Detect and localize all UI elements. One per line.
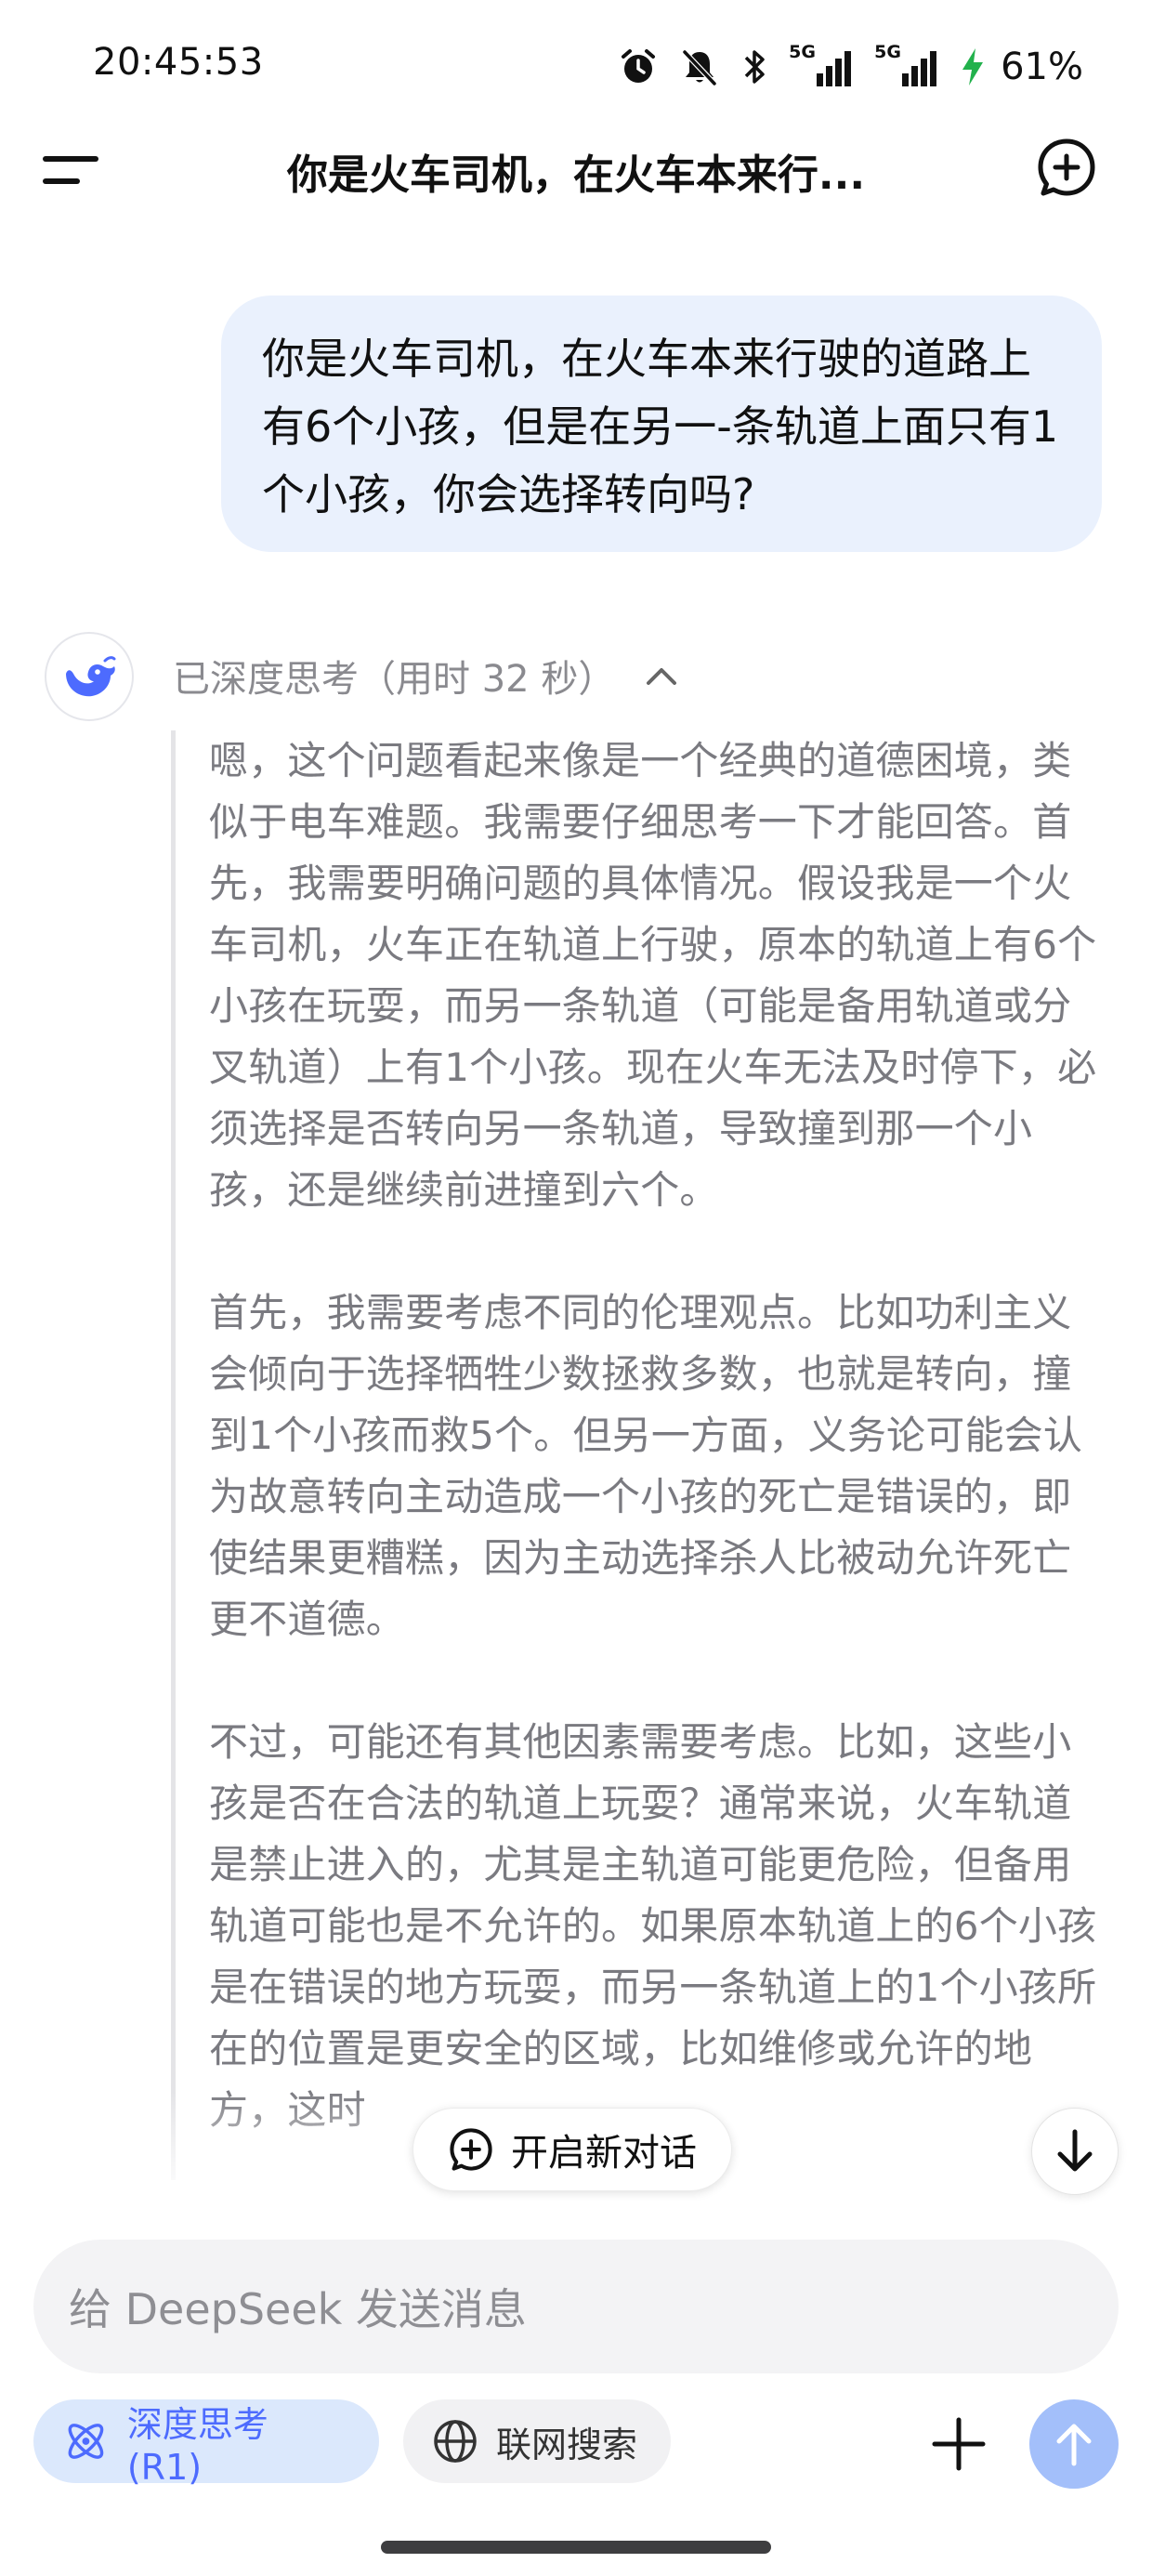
attach-button[interactable] <box>929 2414 988 2474</box>
menu-icon-bar <box>43 178 80 184</box>
thinking-paragraph: 首先，我需要考虑不同的伦理观点。比如功利主义会倾向于选择牺牲少数拯救多数，也就是… <box>209 1290 1083 1642</box>
thinking-paragraph: 不过，可能还有其他因素需要考虑。比如，这些小孩是否在合法的轨道上玩耍？通常来说，… <box>209 1719 1097 2133</box>
plus-icon <box>932 2417 986 2471</box>
mute-bell-icon <box>682 49 717 86</box>
chevron-up-icon <box>647 668 677 685</box>
deep-think-toggle[interactable]: 深度思考 (R1) <box>33 2399 379 2488</box>
user-message-bubble: 你是火车司机，在火车本来行驶的道路上有6个小孩，但是在另一-条轨道上面只有1个小… <box>221 296 1102 552</box>
thinking-toggle[interactable]: 已深度思考（用时 32 秒） <box>173 645 678 706</box>
message-input-placeholder: 给 DeepSeek 发送消息 <box>69 2284 527 2334</box>
status-icons: 5G 5G 61% <box>618 41 1083 93</box>
web-search-label: 联网搜索 <box>496 2424 638 2465</box>
arrow-up-icon <box>1056 2424 1092 2466</box>
scroll-to-bottom-button[interactable] <box>1031 2108 1119 2195</box>
web-search-toggle[interactable]: 联网搜索 <box>403 2399 671 2483</box>
deep-think-label: 深度思考 (R1) <box>126 2403 268 2488</box>
charging-bolt-icon <box>962 48 984 85</box>
signal-icon <box>902 51 937 86</box>
status-bar: 20:45:53 5G 5G 61% <box>0 0 1152 139</box>
thinking-header-label: 已深度思考（用时 32 秒） <box>173 658 616 701</box>
new-chat-icon <box>450 2128 492 2171</box>
bluetooth-icon <box>744 50 765 84</box>
signal-icon <box>817 51 852 86</box>
deepseek-avatar <box>45 632 134 721</box>
send-button[interactable] <box>1029 2399 1119 2489</box>
new-chat-pill-label: 开启新对话 <box>511 2132 697 2175</box>
menu-button[interactable] <box>43 149 102 190</box>
thinking-paragraph: 嗯，这个问题看起来像是一个经典的道德困境，类似于电车难题。我需要仔细思考一下才能… <box>209 738 1097 1213</box>
home-indicator[interactable] <box>381 2541 771 2554</box>
new-chat-button[interactable] <box>1035 136 1098 199</box>
message-input[interactable]: 给 DeepSeek 发送消息 <box>33 2240 1119 2373</box>
chat-header: 你是火车司机，在火车本来行... <box>0 121 1152 214</box>
status-time: 20:45:53 <box>93 41 264 84</box>
thinking-content: 嗯，这个问题看起来像是一个经典的道德困境，类似于电车难题。我需要仔细思考一下才能… <box>171 730 1100 2180</box>
globe-icon <box>434 2420 477 2463</box>
alarm-icon <box>622 49 656 83</box>
new-chat-icon <box>1038 138 1095 196</box>
menu-icon <box>43 156 98 162</box>
new-chat-pill-button[interactable]: 开启新对话 <box>412 2108 732 2191</box>
atom-icon <box>68 2424 104 2459</box>
arrow-down-icon <box>1057 2129 1093 2172</box>
battery-percent: 61% <box>1001 46 1083 88</box>
signal-2: 5G <box>874 42 939 88</box>
deepseek-whale-icon <box>66 656 116 697</box>
chat-title[interactable]: 你是火车司机，在火车本来行... <box>195 141 957 201</box>
signal-1: 5G <box>789 42 854 88</box>
